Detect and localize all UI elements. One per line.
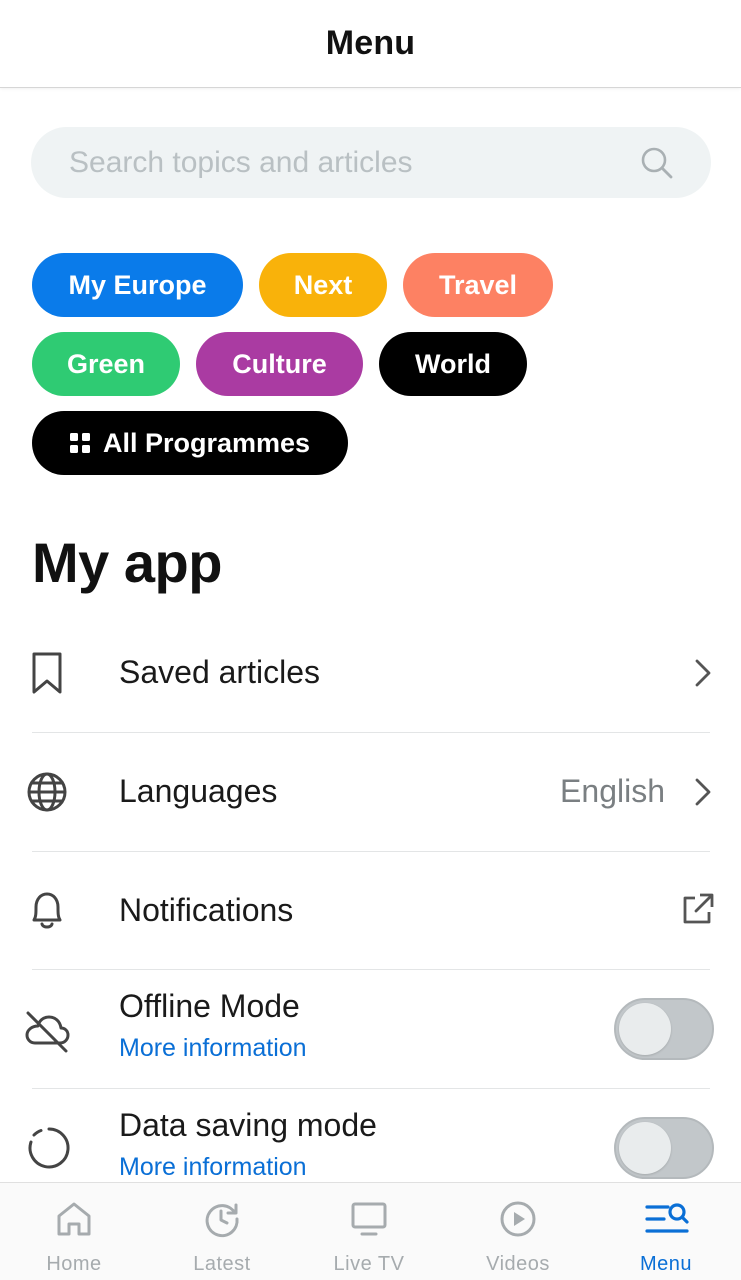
chip-world[interactable]: World (379, 332, 527, 396)
chip-all-programmes[interactable]: All Programmes (32, 411, 348, 475)
bottom-nav: Home Latest Live TV Videos Menu (0, 1182, 741, 1280)
nav-latest[interactable]: Latest (162, 1183, 282, 1280)
bookmark-icon (32, 652, 62, 694)
search-input[interactable] (69, 145, 639, 180)
menu-item-notifications[interactable]: Notifications (0, 852, 741, 969)
globe-icon (27, 772, 67, 812)
menu-item-data-saving-mode: Data saving mode More information (0, 1089, 741, 1182)
external-link-icon (683, 893, 714, 924)
nav-live-tv[interactable]: Live TV (309, 1183, 429, 1280)
clock-history-icon (205, 1203, 239, 1238)
menu-item-offline-mode: Offline Mode More information (0, 970, 741, 1088)
offline-mode-toggle[interactable] (614, 998, 714, 1060)
chevron-right-icon (695, 659, 711, 687)
search-icon[interactable] (639, 145, 675, 181)
cloud-off-icon (25, 1011, 70, 1053)
nav-home[interactable]: Home (14, 1183, 134, 1280)
chip-culture[interactable]: Culture (196, 332, 363, 396)
toggle-knob (619, 1003, 671, 1055)
chip-all-programmes-label: All Programmes (102, 427, 311, 458)
menu-item-label: Notifications (119, 892, 294, 928)
nav-label: Home (46, 1253, 102, 1275)
menu-screen: Menu My Europe Next Travel Green Culture… (0, 0, 741, 1280)
section-title-my-app: My app (32, 531, 222, 594)
nav-menu[interactable]: Menu (606, 1183, 726, 1280)
nav-label: Latest (193, 1253, 251, 1275)
menu-item-label: Saved articles (119, 654, 320, 690)
home-icon (57, 1202, 91, 1236)
tv-icon (351, 1202, 387, 1236)
play-circle-icon (500, 1201, 536, 1237)
page-title: Menu (325, 24, 416, 62)
menu-item-label: Data saving mode (119, 1107, 377, 1143)
search-bar[interactable] (31, 127, 711, 198)
grid-icon (69, 433, 90, 453)
top-bar: Menu (0, 0, 741, 88)
more-information-link[interactable]: More information (119, 1153, 307, 1182)
chevron-right-icon (695, 778, 711, 806)
nav-videos[interactable]: Videos (458, 1183, 578, 1280)
more-information-link[interactable]: More information (119, 1034, 307, 1063)
data-saving-toggle[interactable] (614, 1117, 714, 1179)
chip-travel[interactable]: Travel (403, 253, 553, 317)
bell-icon (32, 892, 62, 929)
chip-next[interactable]: Next (259, 253, 387, 317)
nav-label: Menu (639, 1253, 693, 1275)
menu-item-label: Languages (119, 773, 278, 809)
menu-item-languages[interactable]: Languages English (0, 733, 741, 851)
chip-my-europe[interactable]: My Europe (32, 253, 243, 317)
language-value: English (560, 773, 665, 809)
nav-label: Videos (486, 1253, 550, 1275)
menu-item-label: Offline Mode (119, 988, 300, 1024)
toggle-knob (619, 1122, 671, 1174)
menu-item-saved-articles[interactable]: Saved articles (0, 614, 741, 732)
chip-green[interactable]: Green (32, 332, 180, 396)
nav-label: Live TV (333, 1253, 405, 1275)
data-saving-icon (28, 1127, 70, 1169)
menu-search-icon (645, 1203, 689, 1233)
